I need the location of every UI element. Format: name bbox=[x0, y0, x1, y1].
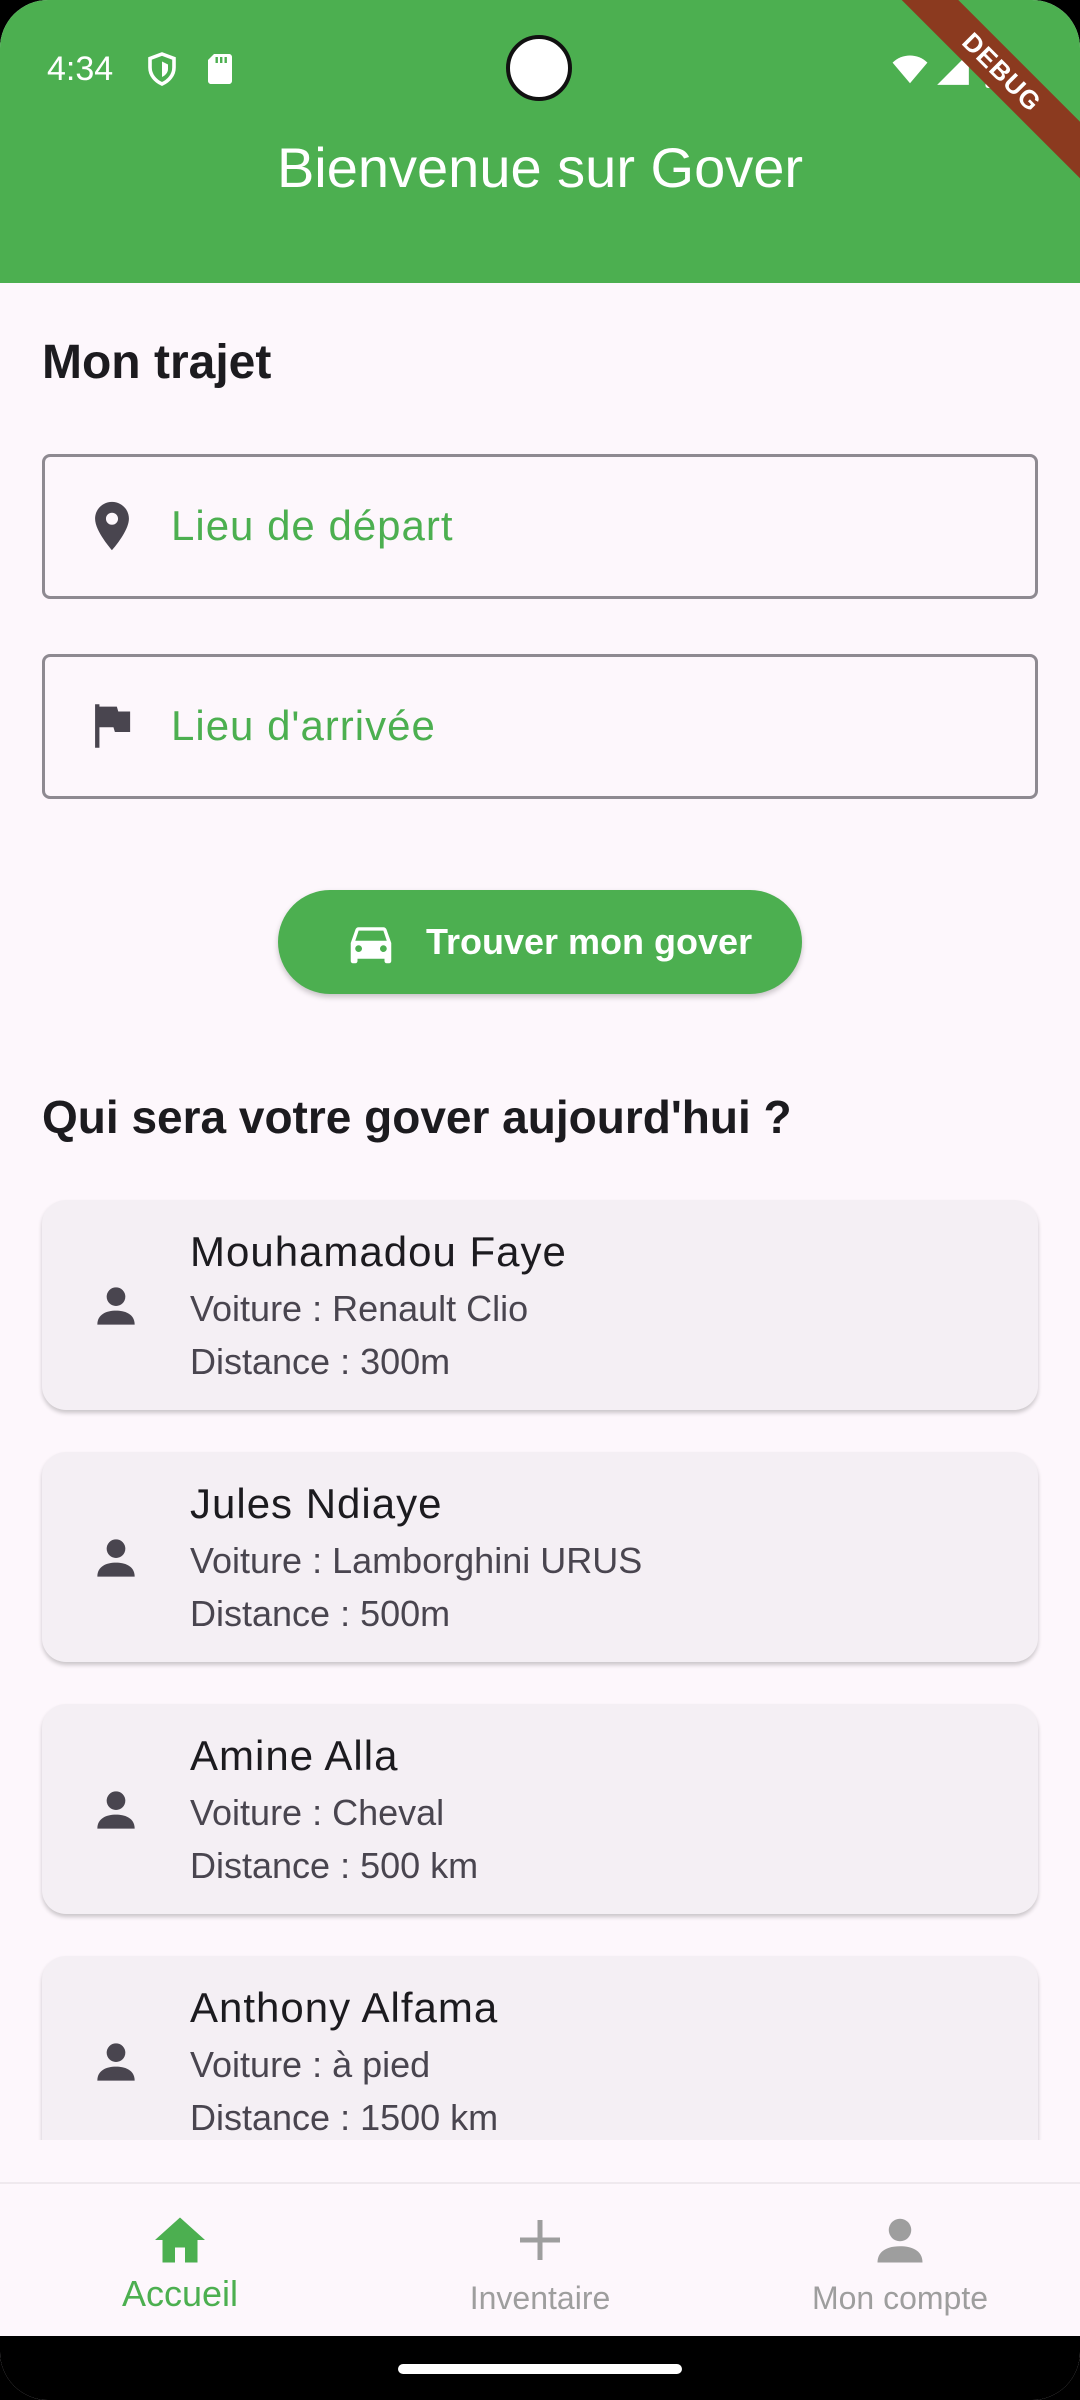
plus-icon bbox=[520, 2220, 560, 2260]
sd-card-icon bbox=[208, 54, 232, 84]
person-icon bbox=[97, 1791, 135, 1829]
nav-item-inventaire[interactable]: Inventaire bbox=[360, 2184, 720, 2338]
driver-name: Amine Alla bbox=[190, 1732, 399, 1779]
status-time: 4:34 bbox=[47, 50, 114, 88]
person-icon bbox=[97, 2043, 135, 2081]
driver-car: Voiture : Renault Clio bbox=[190, 1288, 529, 1329]
bottom-navigation: Accueil Inventaire Mon compte bbox=[0, 2182, 1080, 2336]
trip-section-title: Mon trajet bbox=[42, 336, 272, 389]
arrival-field[interactable]: Lieu d'arrivée bbox=[42, 654, 1038, 799]
nav-label-mon-compte: Mon compte bbox=[811, 2280, 989, 2316]
location-pin-icon bbox=[95, 501, 129, 551]
driver-name: Jules Ndiaye bbox=[190, 1480, 443, 1527]
departure-field[interactable]: Lieu de départ bbox=[42, 454, 1038, 599]
flag-icon bbox=[95, 704, 131, 748]
driver-card[interactable]: Anthony Alfama Voiture : à pied Distance… bbox=[42, 1956, 1038, 2140]
shield-icon bbox=[148, 52, 176, 86]
gesture-handle[interactable] bbox=[398, 2364, 682, 2374]
driver-card[interactable]: Mouhamadou Faye Voiture : Renault Clio D… bbox=[42, 1200, 1038, 1410]
arrival-placeholder: Lieu d'arrivée bbox=[171, 702, 436, 749]
driver-car: Voiture : Lamborghini URUS bbox=[190, 1540, 643, 1581]
driver-car: Voiture : Cheval bbox=[190, 1792, 445, 1833]
page-title: Bienvenue sur Gover bbox=[276, 136, 804, 199]
driver-car: Voiture : à pied bbox=[190, 2044, 431, 2085]
departure-placeholder: Lieu de départ bbox=[171, 502, 454, 549]
driver-distance: Distance : 500 km bbox=[190, 1845, 479, 1886]
nav-label-accueil: Accueil bbox=[121, 2273, 239, 2314]
wifi-icon bbox=[892, 55, 928, 84]
driver-distance: Distance : 500m bbox=[190, 1593, 451, 1634]
camera-cutout bbox=[506, 35, 572, 101]
driver-card[interactable]: Jules Ndiaye Voiture : Lamborghini URUS … bbox=[42, 1452, 1038, 1662]
drivers-section-title: Qui sera votre gover aujourd'hui ? bbox=[42, 1091, 792, 1143]
app-bar: 4:34 Bienvenue sur Gover DEBUG bbox=[0, 0, 1080, 283]
find-gover-label: Trouver mon gover bbox=[426, 921, 753, 962]
home-icon bbox=[155, 2217, 205, 2263]
find-gover-button[interactable]: Trouver mon gover bbox=[278, 890, 802, 994]
person-icon bbox=[877, 2218, 923, 2263]
app-screen: 4:34 Bienvenue sur Gover DEBUG Mon traje… bbox=[0, 0, 1080, 2400]
person-icon bbox=[97, 1539, 135, 1577]
nav-label-inventaire: Inventaire bbox=[469, 2280, 611, 2316]
driver-name: Anthony Alfama bbox=[190, 1984, 499, 2031]
driver-card[interactable]: Amine Alla Voiture : Cheval Distance : 5… bbox=[42, 1704, 1038, 1914]
driver-name: Mouhamadou Faye bbox=[190, 1228, 567, 1275]
car-icon bbox=[350, 927, 392, 964]
nav-item-accueil[interactable]: Accueil bbox=[0, 2184, 360, 2338]
person-icon bbox=[97, 1287, 135, 1325]
driver-distance: Distance : 1500 km bbox=[190, 2097, 499, 2138]
nav-item-mon-compte[interactable]: Mon compte bbox=[720, 2184, 1080, 2338]
driver-distance: Distance : 300m bbox=[190, 1341, 451, 1382]
drivers-list[interactable]: Mouhamadou Faye Voiture : Renault Clio D… bbox=[0, 1190, 1080, 2140]
